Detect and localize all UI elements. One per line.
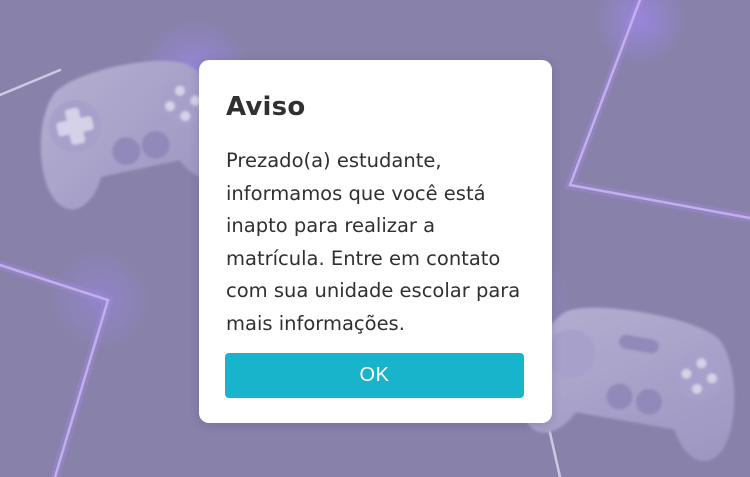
dialog-title: Aviso — [226, 92, 306, 122]
ok-button[interactable]: OK — [225, 353, 524, 398]
alert-dialog: Aviso Prezado(a) estudante, informamos q… — [199, 60, 552, 423]
dialog-message: Prezado(a) estudante, informamos que voc… — [226, 149, 521, 335]
